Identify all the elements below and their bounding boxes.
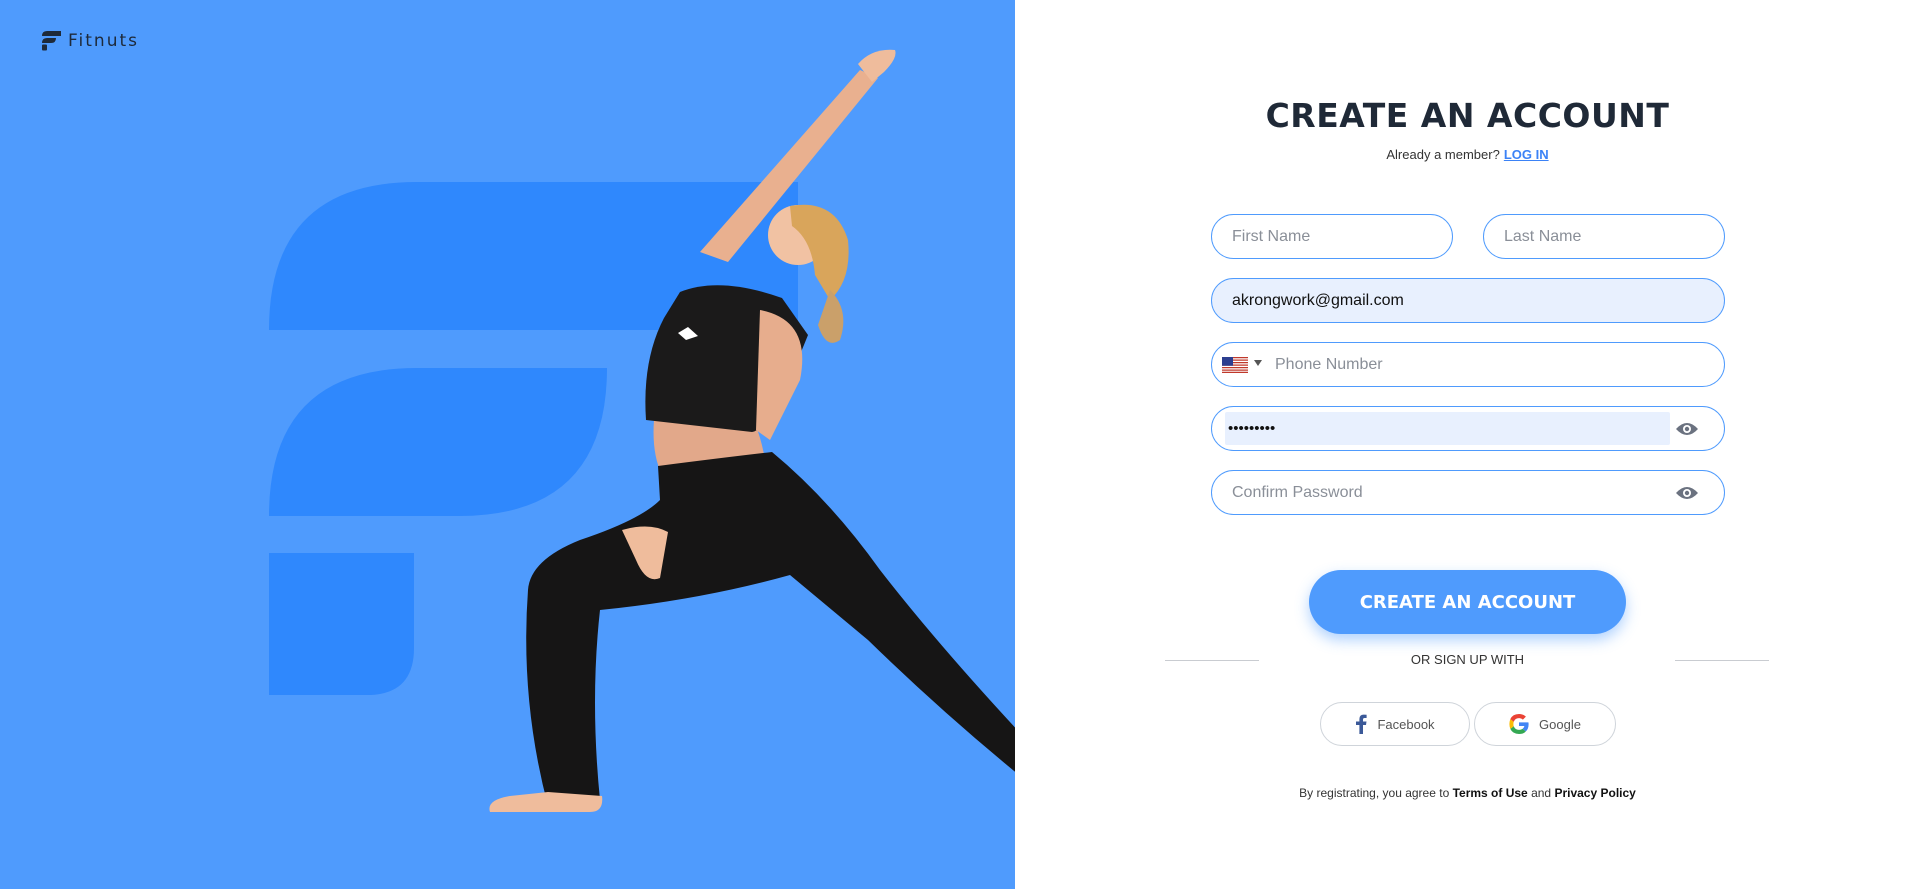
last-name-input[interactable]: [1504, 215, 1704, 258]
yoga-woman-image: [489, 49, 1015, 812]
phone-input[interactable]: [1275, 343, 1705, 386]
email-field[interactable]: [1211, 278, 1725, 323]
hero-panel: Fitnuts: [0, 0, 1015, 889]
google-icon: [1509, 714, 1529, 734]
page-title: CREATE AN ACCOUNT: [1265, 96, 1670, 135]
password-field[interactable]: [1211, 406, 1725, 451]
eye-icon[interactable]: [1675, 483, 1699, 503]
phone-field[interactable]: [1211, 342, 1725, 387]
email-input[interactable]: [1232, 279, 1704, 322]
signup-panel: CREATE AN ACCOUNT Already a member? LOG I…: [1015, 0, 1920, 889]
terms-of-use-link[interactable]: Terms of Use: [1453, 786, 1528, 800]
terms-text: By registrating, you agree to Terms of U…: [1015, 786, 1920, 800]
eye-icon[interactable]: [1675, 419, 1699, 439]
privacy-policy-link[interactable]: Privacy Policy: [1554, 786, 1635, 800]
us-flag-icon[interactable]: [1222, 357, 1248, 373]
facebook-icon: [1356, 714, 1368, 734]
confirm-password-input[interactable]: [1232, 471, 1704, 514]
create-account-button[interactable]: CREATE AN ACCOUNT: [1309, 570, 1626, 634]
facebook-signup-button[interactable]: Facebook: [1320, 702, 1470, 746]
terms-prefix: By registrating, you agree to: [1299, 786, 1450, 800]
terms-and: and: [1531, 786, 1552, 800]
already-member-text: Already a member? LOG IN: [1015, 147, 1920, 162]
already-member-label: Already a member?: [1386, 147, 1500, 162]
first-name-field[interactable]: [1211, 214, 1453, 259]
facebook-label: Facebook: [1377, 716, 1435, 732]
or-sign-up-with-label: OR SIGN UP WITH: [1410, 652, 1525, 667]
password-input[interactable]: [1228, 407, 1668, 450]
login-link[interactable]: LOG IN: [1504, 147, 1549, 162]
first-name-input[interactable]: [1232, 215, 1432, 258]
last-name-field[interactable]: [1483, 214, 1725, 259]
confirm-password-field[interactable]: [1211, 470, 1725, 515]
google-signup-button[interactable]: Google: [1474, 702, 1616, 746]
chevron-down-icon[interactable]: [1254, 360, 1262, 366]
google-label: Google: [1539, 716, 1581, 732]
